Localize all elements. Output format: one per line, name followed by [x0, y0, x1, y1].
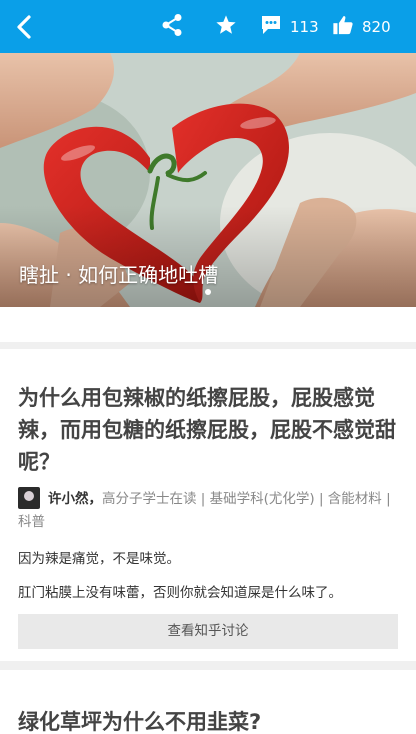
- section-spacer: [0, 307, 416, 342]
- comment-count: 113: [290, 18, 319, 36]
- view-discussion-button[interactable]: 查看知乎讨论: [18, 614, 398, 649]
- back-icon[interactable]: [14, 14, 36, 40]
- like-count: 820: [362, 18, 391, 36]
- carousel-indicator: [205, 289, 211, 295]
- share-button[interactable]: [161, 13, 183, 41]
- like-button[interactable]: 820: [332, 13, 391, 41]
- answer-text: 因为辣是痛觉，不是味觉。: [18, 551, 180, 567]
- star-icon: [215, 14, 237, 40]
- avatar[interactable]: [18, 487, 40, 509]
- author-line: 许小然，高分子学士在读 | 基础学科(尤化学) | 含能材料 | 科普: [18, 487, 400, 534]
- question-card: 为什么用包辣椒的纸擦屁股，屁股感觉辣，而用包糖的纸擦屁股，屁股不感觉甜呢？ 许小…: [0, 349, 416, 661]
- hero-banner[interactable]: 瞎扯 · 如何正确地吐槽: [0, 53, 416, 307]
- question-title: 绿化草坪为什么不用韭菜?: [18, 710, 262, 734]
- answer-text: 肛门粘膜上没有味蕾，否则你就会知道屎是什么味了。: [18, 585, 342, 601]
- top-bar: 113 820: [0, 0, 416, 53]
- question-title: 为什么用包辣椒的纸擦屁股，屁股感觉辣，而用包糖的纸擦屁股，屁股不感觉甜呢？: [18, 386, 396, 474]
- hero-title: 瞎扯 · 如何正确地吐槽: [19, 263, 219, 287]
- question-card: 绿化草坪为什么不用韭菜?: [0, 670, 416, 734]
- favorite-button[interactable]: [215, 13, 237, 41]
- thumbs-up-icon: [332, 14, 354, 40]
- author-name: 许小然，: [48, 491, 102, 507]
- comment-icon: [260, 14, 282, 40]
- share-icon: [161, 13, 183, 41]
- comments-button[interactable]: 113: [260, 13, 319, 41]
